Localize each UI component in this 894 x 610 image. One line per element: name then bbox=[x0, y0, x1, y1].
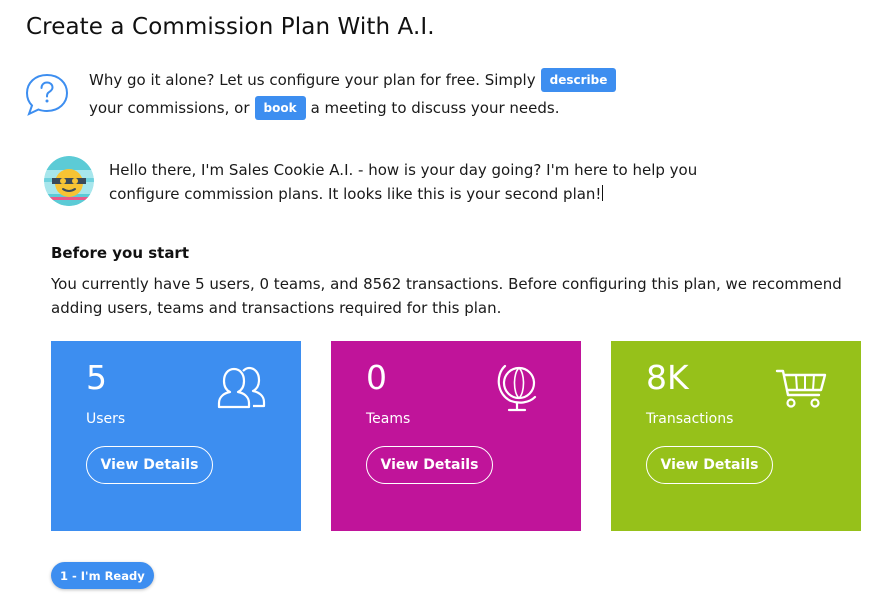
users-label: Users bbox=[86, 411, 126, 427]
transactions-card: 8K Transactions View Details bbox=[611, 341, 861, 531]
describe-button[interactable]: describe bbox=[540, 68, 617, 92]
teams-label: Teams bbox=[366, 411, 411, 427]
intro-text-after: a meeting to discuss your needs. bbox=[310, 99, 560, 117]
users-view-details-button[interactable]: View Details bbox=[86, 446, 213, 484]
teams-count: 0 bbox=[366, 358, 387, 397]
users-icon bbox=[217, 366, 266, 409]
intro-line-1: Why go it alone? Let us configure your p… bbox=[89, 66, 621, 94]
im-ready-button[interactable]: 1 - I'm Ready bbox=[51, 562, 154, 589]
teams-card: 0 Teams View Details bbox=[331, 341, 581, 531]
users-count: 5 bbox=[86, 358, 107, 397]
before-you-start-text: You currently have 5 users, 0 teams, and… bbox=[51, 275, 842, 317]
intro-text-before: Why go it alone? Let us configure your p… bbox=[89, 71, 536, 89]
text-cursor bbox=[602, 185, 604, 201]
teams-view-details-button[interactable]: View Details bbox=[366, 446, 493, 484]
transactions-count: 8K bbox=[646, 358, 689, 397]
book-button[interactable]: book bbox=[254, 96, 306, 120]
globe-icon bbox=[497, 364, 537, 412]
intro-text-middle: your commissions, or bbox=[89, 99, 250, 117]
page-title: Create a Commission Plan With A.I. bbox=[26, 14, 435, 40]
users-card: 5 Users View Details bbox=[51, 341, 301, 531]
transactions-label: Transactions bbox=[646, 411, 734, 427]
cart-icon bbox=[775, 369, 827, 408]
before-you-start-heading: Before you start bbox=[51, 244, 190, 262]
transactions-view-details-button[interactable]: View Details bbox=[646, 446, 773, 484]
intro-line-2: your commissions, or book a meeting to d… bbox=[89, 94, 559, 122]
question-bubble-icon bbox=[25, 73, 69, 116]
bot-message-text: Hello there, I'm Sales Cookie A.I. - how… bbox=[109, 161, 698, 203]
bot-message: Hello there, I'm Sales Cookie A.I. - how… bbox=[109, 158, 769, 206]
bot-avatar-icon bbox=[44, 156, 94, 206]
